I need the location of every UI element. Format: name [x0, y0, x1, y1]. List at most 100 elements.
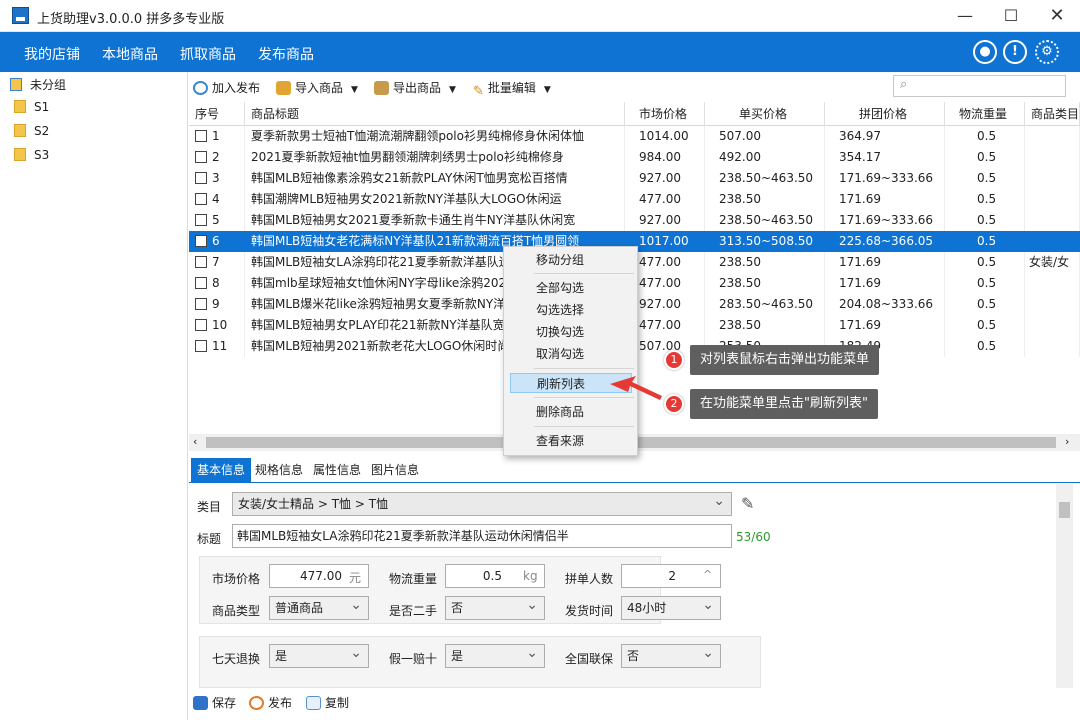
row-checkbox[interactable]	[195, 214, 207, 226]
ctx-select-all[interactable]: 全部勾选	[510, 278, 632, 298]
tab-image-info[interactable]: 图片信息	[365, 458, 425, 483]
tree-item-label: S2	[34, 124, 50, 138]
yuan-unit: 元	[349, 571, 362, 585]
table-row[interactable]: 1 夏季新款男士短袖T恤潮流潮牌翻领polo衫男纯棉修身休闲体恤 1014.00 50…	[189, 126, 1080, 147]
cell-group: 171.69	[825, 315, 945, 336]
chevron-down-icon: ▼	[449, 85, 456, 95]
row-checkbox[interactable]	[195, 277, 207, 289]
menu-publish-goods[interactable]: 发布商品	[258, 44, 314, 64]
cell-weight: 0.5	[945, 126, 1025, 147]
cell-cat	[1025, 273, 1080, 294]
tree-item-label: S1	[34, 100, 50, 114]
row-checkbox[interactable]	[195, 298, 207, 310]
arrow-shape	[610, 376, 662, 400]
scrollbar-thumb[interactable]	[1059, 502, 1070, 518]
edit-icon[interactable]: ✎	[741, 494, 754, 513]
col-no[interactable]: 序号	[189, 102, 245, 126]
row-checkbox[interactable]	[195, 193, 207, 205]
ctx-move-group[interactable]: 移动分组	[510, 250, 632, 270]
menu-separator	[534, 368, 634, 369]
col-market-price[interactable]: 市场价格	[625, 102, 705, 126]
tree-item-s3[interactable]: S3	[14, 148, 49, 170]
row-number: 10	[212, 318, 228, 332]
export-button[interactable]: 导出商品 ▼	[374, 79, 456, 96]
fake-label: 假一赔十	[389, 652, 438, 666]
publish-button[interactable]: 发布	[249, 694, 292, 711]
row-checkbox[interactable]	[195, 130, 207, 142]
chevron-down-icon: ▼	[543, 85, 551, 95]
fake-select[interactable]: 是	[445, 642, 545, 668]
cell-weight: 0.5	[945, 147, 1025, 168]
info-icon[interactable]: !	[1003, 40, 1027, 64]
vertical-scrollbar[interactable]	[1056, 484, 1073, 688]
col-title[interactable]: 商品标题	[245, 102, 625, 126]
row-checkbox[interactable]	[195, 256, 207, 268]
col-category[interactable]: 商品类目	[1025, 102, 1080, 126]
row-checkbox[interactable]	[195, 151, 207, 163]
type-select[interactable]: 普通商品	[269, 594, 369, 620]
table-row[interactable]: 5 韩国MLB短袖男女2021夏季新款卡通生肖牛NY洋基队休闲宽 927.00 238…	[189, 210, 1080, 231]
copy-icon	[306, 696, 321, 710]
cell-group: 354.17	[825, 147, 945, 168]
second-hand-select[interactable]: 否	[445, 594, 545, 620]
tab-basic-info[interactable]: 基本信息	[191, 458, 252, 483]
batch-edit-button[interactable]: ✎ 批量编辑 ▼	[473, 79, 551, 99]
menu-local-goods[interactable]: 本地商品	[102, 44, 158, 64]
ctx-check-selected[interactable]: 勾选选择	[510, 300, 632, 320]
cell-cat	[1025, 294, 1080, 315]
ctx-view-source[interactable]: 查看来源	[510, 431, 632, 451]
tree-item-s2[interactable]: S2	[14, 124, 49, 146]
row-checkbox[interactable]	[195, 235, 207, 247]
save-button[interactable]: 保存	[193, 694, 236, 711]
chevron-right-icon[interactable]: ›	[1065, 435, 1069, 448]
folder-icon	[14, 100, 26, 113]
table-row[interactable]: 4 韩国潮牌MLB短袖男女2021新款NY洋基队大LOGO休闲运 477.00 238…	[189, 189, 1080, 210]
gear-icon[interactable]: ⚙	[1035, 40, 1059, 64]
copy-button[interactable]: 复制	[306, 694, 349, 711]
category-select[interactable]: 女装/女士精品 > T恤 > T恤	[232, 490, 732, 516]
ctx-toggle-check[interactable]: 切换勾选	[510, 322, 632, 342]
row-number-cell: 10	[189, 315, 245, 336]
tab-spec-info[interactable]: 规格信息	[249, 458, 309, 483]
menu-grab-goods[interactable]: 抓取商品	[180, 44, 236, 64]
title-input[interactable]: 韩国MLB短袖女LA涂鸦印花21夏季新款洋基队运动休闲情侣半	[232, 524, 732, 548]
minimize-button[interactable]: —	[942, 0, 988, 32]
return-select[interactable]: 是	[269, 642, 369, 668]
table-row[interactable]: 2 2021夏季新款短袖t恤男翻领潮牌刺绣男士polo衫纯棉修身 984.00 492…	[189, 147, 1080, 168]
cell-weight: 0.5	[945, 210, 1025, 231]
tab-attr-info[interactable]: 属性信息	[307, 458, 367, 483]
tree-item-label: S3	[34, 148, 50, 162]
ctx-uncheck[interactable]: 取消勾选	[510, 344, 632, 364]
search-input[interactable]: ⌕	[893, 75, 1066, 97]
cell-single: 238.50	[705, 252, 825, 273]
row-checkbox[interactable]	[195, 340, 207, 352]
cell-title: 韩国MLB短袖像素涂鸦女21新款PLAY休闲T恤男宽松百搭情	[245, 168, 625, 189]
cell-group: 225.68~366.05	[839, 234, 934, 248]
row-checkbox[interactable]	[195, 319, 207, 331]
tree-item-ungrouped[interactable]: 未分组	[10, 76, 66, 98]
cell-single: 492.00	[705, 147, 825, 168]
search-icon: ⌕	[900, 77, 908, 92]
type-label: 商品类型	[212, 604, 261, 618]
menu-separator	[534, 273, 634, 274]
tree-item-s1[interactable]: S1	[14, 100, 49, 122]
maximize-button[interactable]: ☐	[988, 0, 1034, 32]
chevron-left-icon[interactable]: ‹	[193, 435, 197, 448]
cell-group: 171.69~333.66	[825, 210, 945, 231]
col-single-price[interactable]: 单买价格	[705, 102, 825, 126]
import-button[interactable]: 导入商品 ▼	[276, 79, 358, 96]
close-button[interactable]: ✕	[1034, 0, 1080, 32]
menu-my-store[interactable]: 我的店铺	[24, 44, 80, 64]
table-row[interactable]: 3 韩国MLB短袖像素涂鸦女21新款PLAY休闲T恤男宽松百搭情 927.00 238…	[189, 168, 1080, 189]
add-publish-button[interactable]: 加入发布	[193, 79, 260, 96]
export-box-icon	[374, 81, 389, 95]
broadcast-icon	[193, 81, 208, 95]
ship-time-select[interactable]: 48小时	[621, 594, 721, 620]
warranty-select[interactable]: 否	[621, 642, 721, 668]
row-checkbox[interactable]	[195, 172, 207, 184]
stepper-up-icon[interactable]: ^	[703, 568, 712, 581]
col-weight[interactable]: 物流重量	[945, 102, 1025, 126]
user-icon[interactable]: ●	[973, 40, 997, 64]
col-group-price[interactable]: 拼团价格	[825, 102, 945, 126]
cell-weight: 0.5	[945, 273, 1025, 294]
